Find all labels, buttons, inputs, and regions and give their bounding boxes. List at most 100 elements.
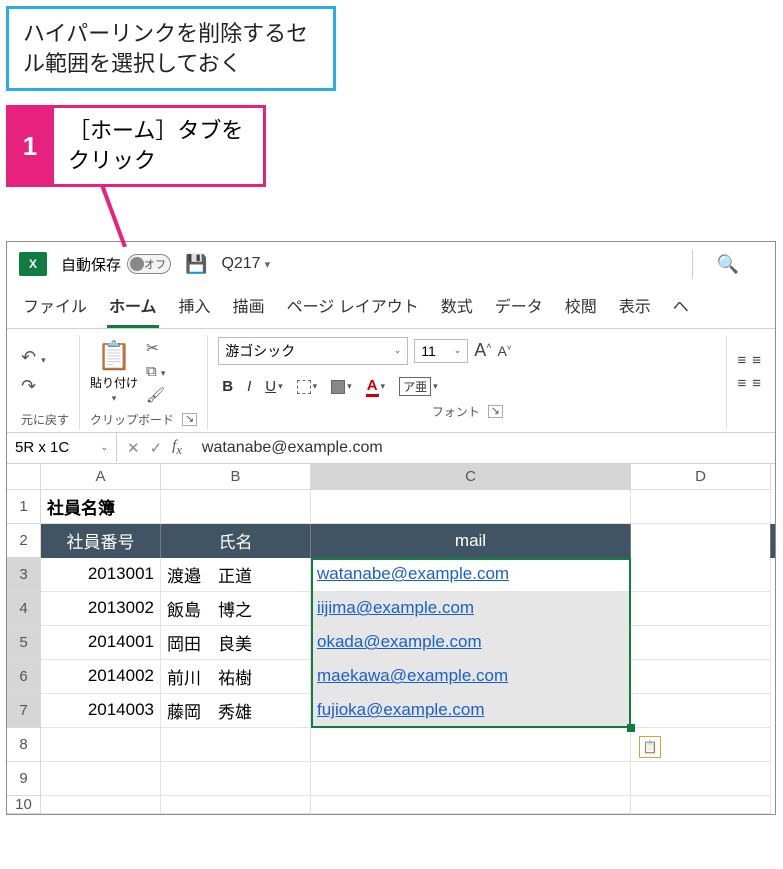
- cell-c4[interactable]: iijima@example.com: [311, 592, 631, 626]
- worksheet[interactable]: A B C D 1 2 3 4 5 6 7 8 9 10 社員名簿: [7, 464, 775, 814]
- row-header-6[interactable]: 6: [7, 660, 41, 694]
- cell-c10[interactable]: [311, 796, 631, 814]
- row-header-4[interactable]: 4: [7, 592, 41, 626]
- tab-insert[interactable]: 挿入: [177, 289, 213, 328]
- cell-b7[interactable]: 藤岡 秀雄: [161, 694, 311, 728]
- mail-link[interactable]: okada@example.com: [317, 632, 482, 652]
- paste-options-button[interactable]: 📋: [639, 736, 661, 758]
- decrease-font-button[interactable]: A˅: [498, 343, 512, 359]
- underline-button[interactable]: U▾: [261, 376, 286, 397]
- copy-button[interactable]: ▾: [146, 363, 165, 380]
- cell-d1[interactable]: [631, 490, 771, 524]
- cell-b1[interactable]: [161, 490, 311, 524]
- italic-button[interactable]: I: [243, 376, 255, 397]
- cell-d3[interactable]: [631, 558, 771, 592]
- tab-data[interactable]: データ: [493, 289, 545, 328]
- cell-c8[interactable]: [311, 728, 631, 762]
- cell-d7[interactable]: [631, 694, 771, 728]
- tab-pagelayout[interactable]: ページ レイアウト: [285, 289, 421, 328]
- col-header-a[interactable]: A: [41, 464, 161, 490]
- font-color-button[interactable]: A▾: [362, 375, 389, 399]
- cell-a5[interactable]: 2014001: [41, 626, 161, 660]
- font-size-select[interactable]: 11 ⌄: [414, 339, 468, 363]
- name-box[interactable]: 5R x 1C ⌄: [7, 433, 117, 462]
- mail-link[interactable]: fujioka@example.com: [317, 700, 485, 720]
- tab-draw[interactable]: 描画: [231, 289, 267, 328]
- cell-a6[interactable]: 2014002: [41, 660, 161, 694]
- fx-icon[interactable]: fx: [172, 438, 182, 458]
- autosave-toggle[interactable]: オフ: [127, 254, 171, 274]
- select-all-corner[interactable]: [7, 464, 41, 490]
- align-center-button[interactable]: ≡: [752, 375, 761, 392]
- align-left-button[interactable]: ≡: [737, 375, 746, 392]
- doc-name[interactable]: Q217 ▾: [221, 255, 270, 273]
- font-dialog-launcher[interactable]: ↘: [488, 405, 503, 418]
- cell-c5[interactable]: okada@example.com: [311, 626, 631, 660]
- row-header-3[interactable]: 3: [7, 558, 41, 592]
- save-icon[interactable]: 💾: [185, 254, 207, 275]
- cell-c9[interactable]: [311, 762, 631, 796]
- cell-c1[interactable]: [311, 490, 631, 524]
- cell-a9[interactable]: [41, 762, 161, 796]
- cell-b9[interactable]: [161, 762, 311, 796]
- font-name-select[interactable]: 游ゴシック ⌄: [218, 337, 408, 365]
- col-header-d[interactable]: D: [631, 464, 771, 490]
- tab-formulas[interactable]: 数式: [439, 289, 475, 328]
- cell-c7[interactable]: fujioka@example.com: [311, 694, 631, 728]
- tab-view[interactable]: 表示: [617, 289, 653, 328]
- paste-button[interactable]: 📋 貼り付け ▾: [90, 339, 138, 404]
- undo-button[interactable]: ↶ ▾: [21, 347, 46, 368]
- border-button[interactable]: ▾: [293, 378, 322, 396]
- cut-button[interactable]: [146, 339, 165, 357]
- row-header-10[interactable]: 10: [7, 796, 41, 814]
- cell-d10[interactable]: [631, 796, 771, 814]
- tab-file[interactable]: ファイル: [21, 289, 89, 328]
- cell-a7[interactable]: 2014003: [41, 694, 161, 728]
- cell-b2[interactable]: 氏名: [161, 524, 311, 558]
- tab-home[interactable]: ホーム: [107, 289, 159, 328]
- cell-a3[interactable]: 2013001: [41, 558, 161, 592]
- row-header-7[interactable]: 7: [7, 694, 41, 728]
- cell-b4[interactable]: 飯島 博之: [161, 592, 311, 626]
- fill-handle[interactable]: [627, 724, 635, 732]
- cell-b3[interactable]: 渡邉 正道: [161, 558, 311, 592]
- formula-input[interactable]: watanabe@example.com: [192, 433, 775, 463]
- autosave[interactable]: 自動保存 オフ: [61, 254, 171, 275]
- clipboard-dialog-launcher[interactable]: ↘: [182, 413, 197, 426]
- row-header-1[interactable]: 1: [7, 490, 41, 524]
- cell-c2[interactable]: mail: [311, 524, 631, 558]
- fill-color-button[interactable]: ▾: [327, 378, 356, 396]
- cell-d4[interactable]: [631, 592, 771, 626]
- row-header-2[interactable]: 2: [7, 524, 41, 558]
- cell-c6[interactable]: maekawa@example.com: [311, 660, 631, 694]
- cell-a1[interactable]: 社員名簿: [41, 490, 161, 524]
- cell-b5[interactable]: 岡田 良美: [161, 626, 311, 660]
- cell-b8[interactable]: [161, 728, 311, 762]
- col-header-b[interactable]: B: [161, 464, 311, 490]
- row-header-5[interactable]: 5: [7, 626, 41, 660]
- format-painter-button[interactable]: [146, 386, 165, 404]
- cell-c3[interactable]: watanabe@example.com: [311, 558, 631, 592]
- row-header-8[interactable]: 8: [7, 728, 41, 762]
- cell-d2[interactable]: [631, 524, 771, 558]
- col-header-c[interactable]: C: [311, 464, 631, 490]
- redo-button[interactable]: ↷: [21, 376, 46, 397]
- cell-a4[interactable]: 2013002: [41, 592, 161, 626]
- cell-b6[interactable]: 前川 祐樹: [161, 660, 311, 694]
- cell-a2[interactable]: 社員番号: [41, 524, 161, 558]
- mail-link[interactable]: watanabe@example.com: [317, 564, 509, 584]
- align-middle-button[interactable]: ≡: [752, 352, 761, 369]
- row-header-9[interactable]: 9: [7, 762, 41, 796]
- mail-link[interactable]: maekawa@example.com: [317, 666, 508, 686]
- cell-b10[interactable]: [161, 796, 311, 814]
- cell-d6[interactable]: [631, 660, 771, 694]
- mail-link[interactable]: iijima@example.com: [317, 598, 474, 618]
- cell-d5[interactable]: [631, 626, 771, 660]
- tab-review[interactable]: 校閲: [563, 289, 599, 328]
- search-button[interactable]: 🔍: [692, 250, 763, 279]
- enter-formula-button[interactable]: ✓: [150, 439, 163, 457]
- cancel-formula-button[interactable]: ✕: [127, 439, 140, 457]
- align-top-button[interactable]: ≡: [737, 352, 746, 369]
- cell-a8[interactable]: [41, 728, 161, 762]
- bold-button[interactable]: B: [218, 376, 237, 397]
